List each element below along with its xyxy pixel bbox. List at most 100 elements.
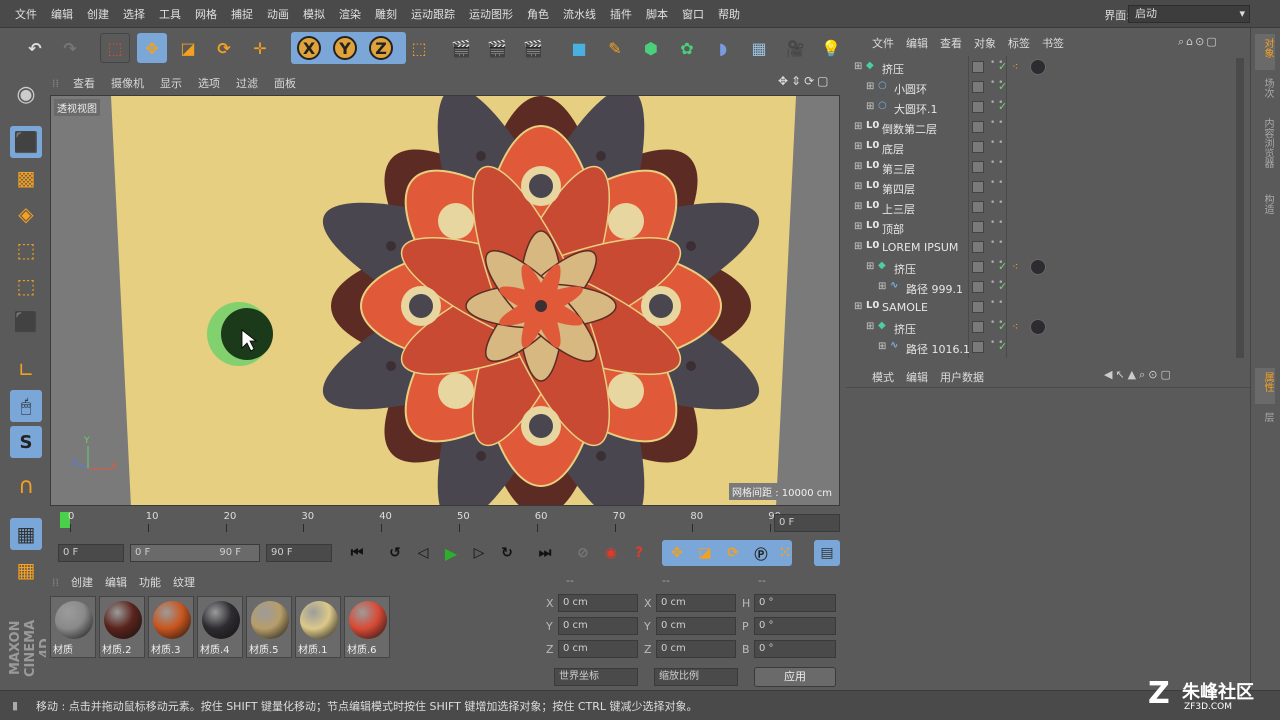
- viewport-menu-item[interactable]: 选项: [190, 75, 228, 91]
- enabled-check-icon[interactable]: ✓: [998, 320, 1007, 333]
- coord-scale-field[interactable]: 0 cm: [656, 640, 736, 658]
- workplane-mode-icon[interactable]: ◈: [10, 198, 42, 230]
- object-name[interactable]: SAMOLE: [882, 301, 928, 314]
- object-menu-item[interactable]: 查看: [934, 35, 968, 51]
- range-slider[interactable]: 0 F 90 F: [130, 544, 260, 562]
- menu-item[interactable]: 网格: [188, 6, 224, 22]
- enabled-check-icon[interactable]: ✓: [998, 260, 1007, 273]
- render-view-button[interactable]: 🎬: [446, 33, 476, 63]
- material-swatch[interactable]: 材质: [50, 596, 96, 658]
- material-tag-icon[interactable]: [1030, 59, 1046, 75]
- right-side-tab[interactable]: 内容浏览器: [1255, 114, 1275, 186]
- object-row[interactable]: ⊞ ◆ 挤压 • • ✓ ⁖: [850, 58, 1242, 78]
- layer-swatch-icon[interactable]: [972, 121, 984, 133]
- coord-rotation-field[interactable]: 0 °: [754, 617, 836, 635]
- right-side-tab[interactable]: 场次: [1255, 74, 1275, 110]
- redo-button[interactable]: ↷: [55, 33, 85, 63]
- make-editable-icon[interactable]: ◉: [10, 78, 42, 110]
- layout-select[interactable]: 启动 ▾: [1128, 5, 1250, 23]
- prev-frame-icon[interactable]: ◁: [410, 540, 436, 566]
- coord-scale-field[interactable]: 0 cm: [656, 594, 736, 612]
- right-side-tab[interactable]: 构造: [1255, 190, 1275, 226]
- expand-toggle-icon[interactable]: ⊞: [854, 241, 862, 252]
- viewport-menu-item[interactable]: 显示: [152, 75, 190, 91]
- visibility-dots-icon[interactable]: • •: [990, 199, 1003, 208]
- layer-swatch-icon[interactable]: [972, 181, 984, 193]
- key-scale-icon[interactable]: ◪: [692, 540, 718, 566]
- coord-rotation-field[interactable]: 0 °: [754, 594, 836, 612]
- object-manager-tools-icons[interactable]: ⌕⌂⊙▢: [1178, 35, 1219, 49]
- start-frame-field[interactable]: 0 F: [58, 544, 124, 562]
- edges-mode-icon[interactable]: ⬚: [10, 270, 42, 302]
- viewport-menu-item[interactable]: 过滤: [228, 75, 266, 91]
- layer-swatch-icon[interactable]: [972, 161, 984, 173]
- material-menu-item[interactable]: 编辑: [99, 574, 133, 590]
- attribute-menu-item[interactable]: 用户数据: [934, 369, 990, 385]
- coord-scale-field[interactable]: 0 cm: [656, 617, 736, 635]
- object-row[interactable]: ⊞ ○ 大圆环.1 • • ✓: [850, 98, 1242, 118]
- object-name[interactable]: 底层: [882, 141, 904, 157]
- polygons-mode-icon[interactable]: ⬛: [10, 306, 42, 338]
- expand-toggle-icon[interactable]: ⊞: [854, 61, 862, 72]
- expand-toggle-icon[interactable]: ⊞: [878, 281, 886, 292]
- menu-item[interactable]: 运动图形: [462, 6, 520, 22]
- light-icon[interactable]: 💡: [816, 33, 846, 63]
- expand-toggle-icon[interactable]: ⊞: [854, 201, 862, 212]
- phong-tag-icon[interactable]: ⁖: [1012, 320, 1018, 333]
- attribute-menu-item[interactable]: 模式: [866, 369, 900, 385]
- enabled-check-icon[interactable]: ✓: [998, 60, 1007, 73]
- material-swatch[interactable]: 材质.5: [246, 596, 292, 658]
- layer-swatch-icon[interactable]: [972, 261, 984, 273]
- visibility-dots-icon[interactable]: • •: [990, 219, 1003, 228]
- visibility-dots-icon[interactable]: • •: [990, 239, 1003, 248]
- object-name[interactable]: 挤压: [894, 261, 916, 277]
- object-name[interactable]: 挤压: [894, 321, 916, 337]
- expand-toggle-icon[interactable]: ⊞: [866, 81, 874, 92]
- phong-tag-icon[interactable]: ⁖: [1012, 260, 1018, 273]
- expand-toggle-icon[interactable]: ⊞: [878, 341, 886, 352]
- phong-tag-icon[interactable]: ⁖: [1012, 60, 1018, 73]
- layer-swatch-icon[interactable]: [972, 341, 984, 353]
- layer-swatch-icon[interactable]: [972, 61, 984, 73]
- deformer-icon[interactable]: ◗: [708, 33, 738, 63]
- object-name[interactable]: 上三层: [882, 201, 915, 217]
- snap-icon[interactable]: S: [10, 426, 42, 458]
- menu-item[interactable]: 工具: [152, 6, 188, 22]
- render-picture-viewer-button[interactable]: 🎬: [482, 33, 512, 63]
- menu-item[interactable]: 编辑: [44, 6, 80, 22]
- viewport-perspective[interactable]: 透视视图 Y Z X 网格间距 : 10000 cm: [50, 95, 840, 506]
- material-swatch[interactable]: 材质.4: [197, 596, 243, 658]
- object-row[interactable]: ⊞ L0 第三层 • •: [850, 158, 1242, 178]
- layer-swatch-icon[interactable]: [972, 321, 984, 333]
- next-key-icon[interactable]: ↻: [494, 540, 520, 566]
- menu-item[interactable]: 选择: [116, 6, 152, 22]
- current-frame-field[interactable]: 0 F: [774, 514, 840, 532]
- visibility-dots-icon[interactable]: • •: [990, 119, 1003, 128]
- cloner-icon[interactable]: ✿: [672, 33, 702, 63]
- object-name[interactable]: 倒数第二层: [882, 121, 937, 137]
- magnet-icon[interactable]: ∩: [10, 470, 42, 502]
- object-row[interactable]: ⊞ L0 上三层 • •: [850, 198, 1242, 218]
- camera-icon[interactable]: 🎥: [780, 33, 810, 63]
- coord-rotation-field[interactable]: 0 °: [754, 640, 836, 658]
- right-side-tab[interactable]: 对象: [1255, 34, 1275, 70]
- object-name[interactable]: 顶部: [882, 221, 904, 237]
- menu-item[interactable]: 文件: [8, 6, 44, 22]
- viewport-menu-item[interactable]: 面板: [266, 75, 304, 91]
- viewport-menu-item[interactable]: 查看: [65, 75, 103, 91]
- object-scrollbar[interactable]: [1236, 58, 1244, 358]
- object-row[interactable]: ⊞ ◆ 挤压 • • ✓ ⁖: [850, 318, 1242, 338]
- layer-swatch-icon[interactable]: [972, 221, 984, 233]
- expand-toggle-icon[interactable]: ⊞: [866, 321, 874, 332]
- prev-key-icon[interactable]: ↺: [382, 540, 408, 566]
- object-row[interactable]: ⊞ L0 顶部 • •: [850, 218, 1242, 238]
- key-position-icon[interactable]: ✥: [664, 540, 690, 566]
- expand-toggle-icon[interactable]: ⊞: [854, 221, 862, 232]
- pen-icon[interactable]: ✎: [600, 33, 630, 63]
- layer-swatch-icon[interactable]: [972, 101, 984, 113]
- object-row[interactable]: ⊞ ○ 小圆环 • • ✓: [850, 78, 1242, 98]
- menu-item[interactable]: 捕捉: [224, 6, 260, 22]
- layer-swatch-icon[interactable]: [972, 301, 984, 313]
- material-swatch[interactable]: 材质.1: [295, 596, 341, 658]
- planar-workplane-icon[interactable]: ▦: [10, 554, 42, 586]
